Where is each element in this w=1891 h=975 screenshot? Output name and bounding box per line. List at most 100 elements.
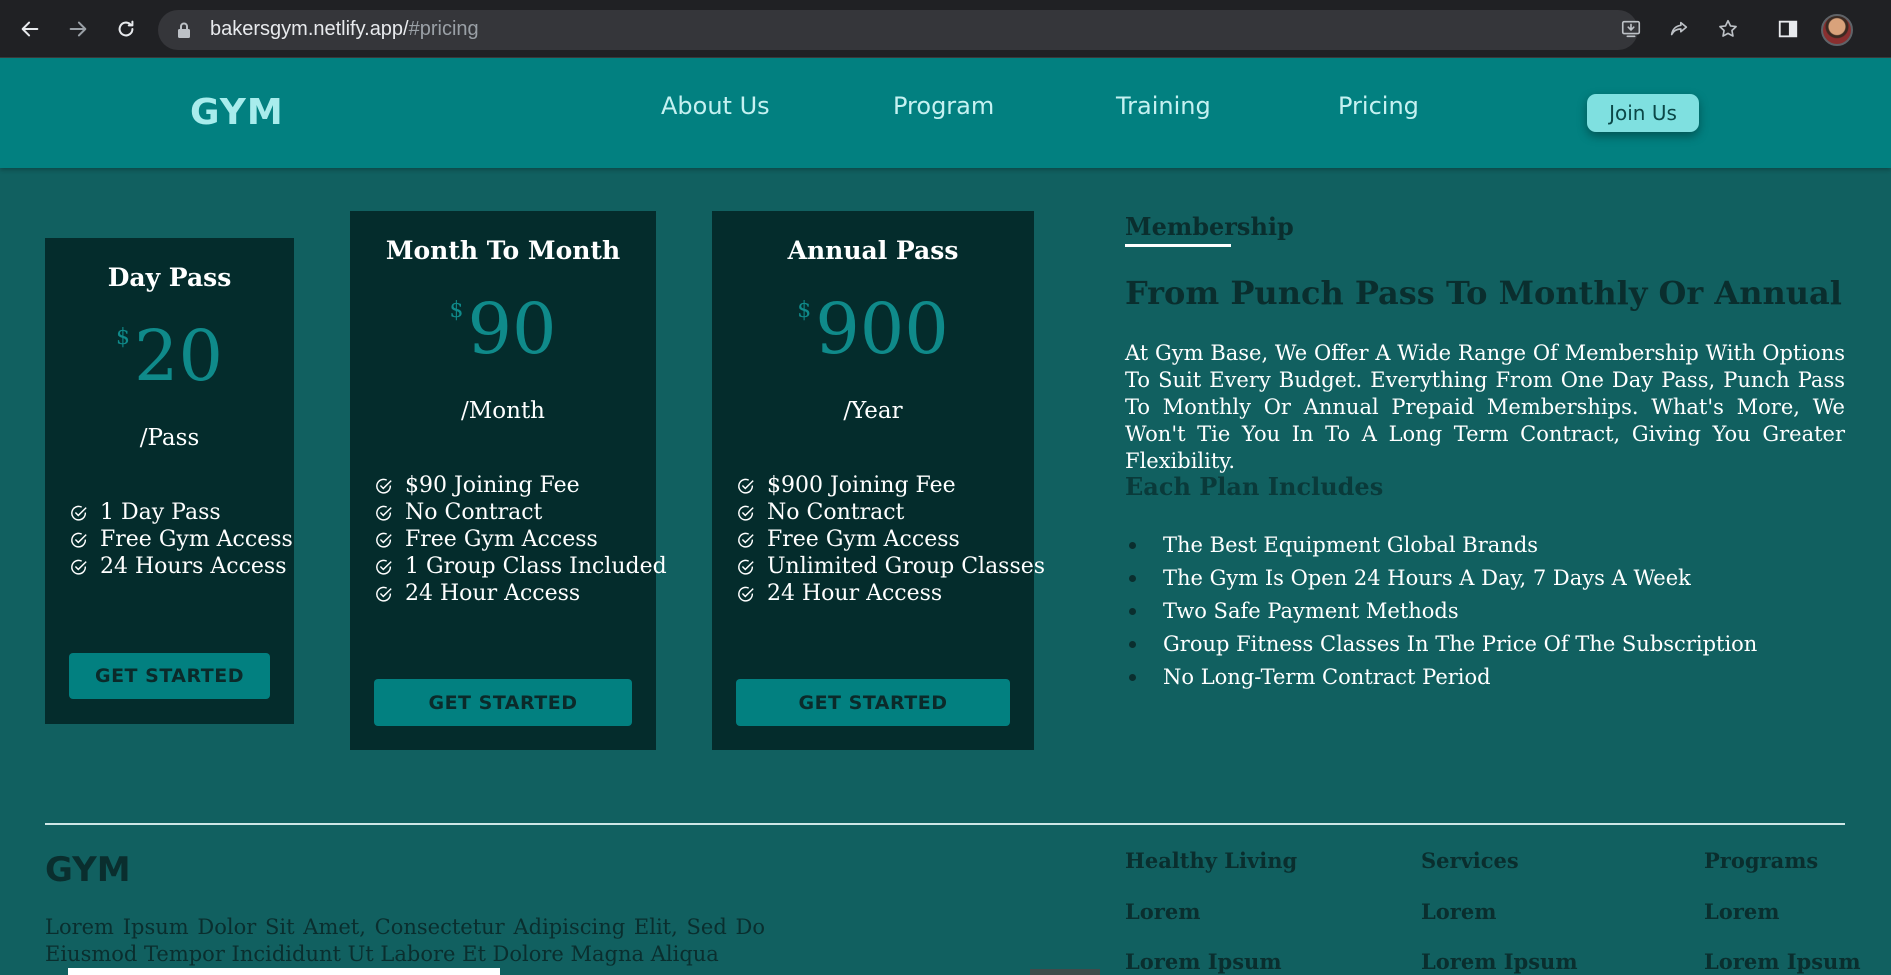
list-item: Group Fitness Classes In The Price Of Th… [1125,628,1757,661]
url-host: bakersgym.netlify.app/ [210,18,409,40]
plan-includes-heading: Each Plan Includes [1125,472,1384,501]
feature-text: No Contract [405,500,543,525]
feature-text: $900 Joining Fee [767,473,956,498]
feature-text: 24 Hour Access [405,581,581,606]
share-icon[interactable] [1666,16,1692,42]
nav-about-us[interactable]: About Us [661,92,770,120]
plan-period: /Pass [139,425,200,451]
join-us-button[interactable]: Join Us [1587,94,1699,132]
back-icon[interactable] [15,14,45,44]
footer-link[interactable]: Lorem Ipsum [1704,949,1861,975]
plan-period: /Year [843,398,903,424]
get-started-button[interactable]: GET STARTED [374,679,632,726]
site-logo[interactable]: GYM [190,92,284,133]
get-started-button[interactable]: GET STARTED [736,679,1010,726]
feature-text: Free Gym Access [100,527,293,552]
feature-item: 1 Group Class Included [375,553,667,580]
plan-price: $20 [45,321,294,391]
footer-column-heading: Services [1421,848,1519,873]
nav-pricing[interactable]: Pricing [1338,92,1419,120]
membership-heading: From Punch Pass To Monthly Or Annual [1125,274,1842,312]
address-bar[interactable]: bakersgym.netlify.app/#pricing [158,10,1638,50]
check-circle-icon [738,478,754,494]
footer-column-healthy-living: Healthy Living Lorem Lorem Ipsum [1125,848,1297,975]
footer-link[interactable]: Lorem Ipsum [1125,949,1297,975]
nav-program[interactable]: Program [893,92,994,120]
footer-description: Lorem Ipsum Dolor Sit Amet, Consectetur … [45,915,765,966]
lock-icon [178,22,190,38]
plan-features: $900 Joining Fee No Contract Free Gym Ac… [737,472,1045,607]
price-value: 90 [467,288,557,370]
list-item: The Gym Is Open 24 Hours A Day, 7 Days A… [1125,562,1757,595]
feature-text: 24 Hour Access [767,581,943,606]
forward-icon[interactable] [63,14,93,44]
currency-symbol: $ [449,298,464,323]
feature-item: $900 Joining Fee [737,472,1045,499]
pricing-card-annual-pass: Annual Pass $900 /Year $900 Joining Fee … [712,211,1045,750]
footer-link[interactable]: Lorem [1125,899,1297,927]
feature-item: Free Gym Access [375,526,667,553]
feature-text: Free Gym Access [767,527,960,552]
plan-includes-list: The Best Equipment Global Brands The Gym… [1125,529,1757,694]
check-circle-icon [738,505,754,521]
price-value: 900 [815,288,949,370]
currency-symbol: $ [115,325,130,350]
feature-item: Free Gym Access [737,526,1045,553]
profile-avatar[interactable] [1821,14,1853,46]
check-circle-icon [376,532,392,548]
side-panel-icon[interactable] [1775,16,1801,42]
footer-link[interactable]: Lorem [1421,899,1578,927]
reload-icon[interactable] [111,14,141,44]
feature-item: 24 Hour Access [375,580,667,607]
plan-price: $90 [350,294,656,364]
bookmark-star-icon[interactable] [1715,16,1741,42]
pricing-card-day-pass: Day Pass $20 /Pass 1 Day Pass Free Gym A… [45,238,294,724]
check-circle-icon [71,559,87,575]
feature-item: No Contract [737,499,1045,526]
plan-period: /Month [460,398,545,424]
feature-item: $90 Joining Fee [375,472,667,499]
footer-divider [45,823,1845,825]
check-circle-icon [738,559,754,575]
plan-features: $90 Joining Fee No Contract Free Gym Acc… [375,472,667,607]
feature-item: 24 Hours Access [70,553,293,580]
check-circle-icon [71,532,87,548]
list-item: Two Safe Payment Methods [1125,595,1757,628]
footer-column-heading: Programs [1704,848,1819,873]
list-item: No Long-Term Contract Period [1125,661,1757,694]
plan-title: Annual Pass [787,236,959,265]
get-started-button[interactable]: GET STARTED [69,653,270,699]
horizontal-scrollbar-thumb[interactable] [68,968,500,975]
feature-text: 1 Day Pass [100,500,221,525]
feature-text: $90 Joining Fee [405,473,580,498]
footer-link[interactable]: Lorem [1704,899,1861,927]
check-circle-icon [738,532,754,548]
feature-item: Free Gym Access [70,526,293,553]
check-circle-icon [376,559,392,575]
site-header: GYM About Us Program Training Pricing Jo… [0,58,1891,168]
nav-training[interactable]: Training [1116,92,1211,120]
url-text: bakersgym.netlify.app/#pricing [210,18,479,41]
footer-link[interactable]: Lorem Ipsum [1421,949,1578,975]
footer-column-programs: Programs Lorem Lorem Ipsum [1704,848,1861,975]
list-item: The Best Equipment Global Brands [1125,529,1757,562]
feature-text: Free Gym Access [405,527,598,552]
feature-item: Unlimited Group Classes [737,553,1045,580]
browser-toolbar: bakersgym.netlify.app/#pricing [0,0,1891,58]
scrollbar-segment[interactable] [1030,969,1100,975]
url-hash: #pricing [408,18,479,40]
plan-price: $900 [712,294,1034,364]
check-circle-icon [376,586,392,602]
check-circle-icon [376,505,392,521]
pricing-card-month-to-month: Month To Month $90 /Month $90 Joining Fe… [350,211,667,750]
check-circle-icon [376,478,392,494]
plan-features: 1 Day Pass Free Gym Access 24 Hours Acce… [70,499,293,580]
currency-symbol: $ [797,298,812,323]
feature-item: 24 Hour Access [737,580,1045,607]
footer-column-services: Services Lorem Lorem Ipsum [1421,848,1578,975]
feature-text: No Contract [767,500,905,525]
footer-logo[interactable]: GYM [45,850,131,890]
check-circle-icon [71,505,87,521]
footer-column-heading: Healthy Living [1125,848,1298,873]
install-icon[interactable] [1618,16,1644,42]
